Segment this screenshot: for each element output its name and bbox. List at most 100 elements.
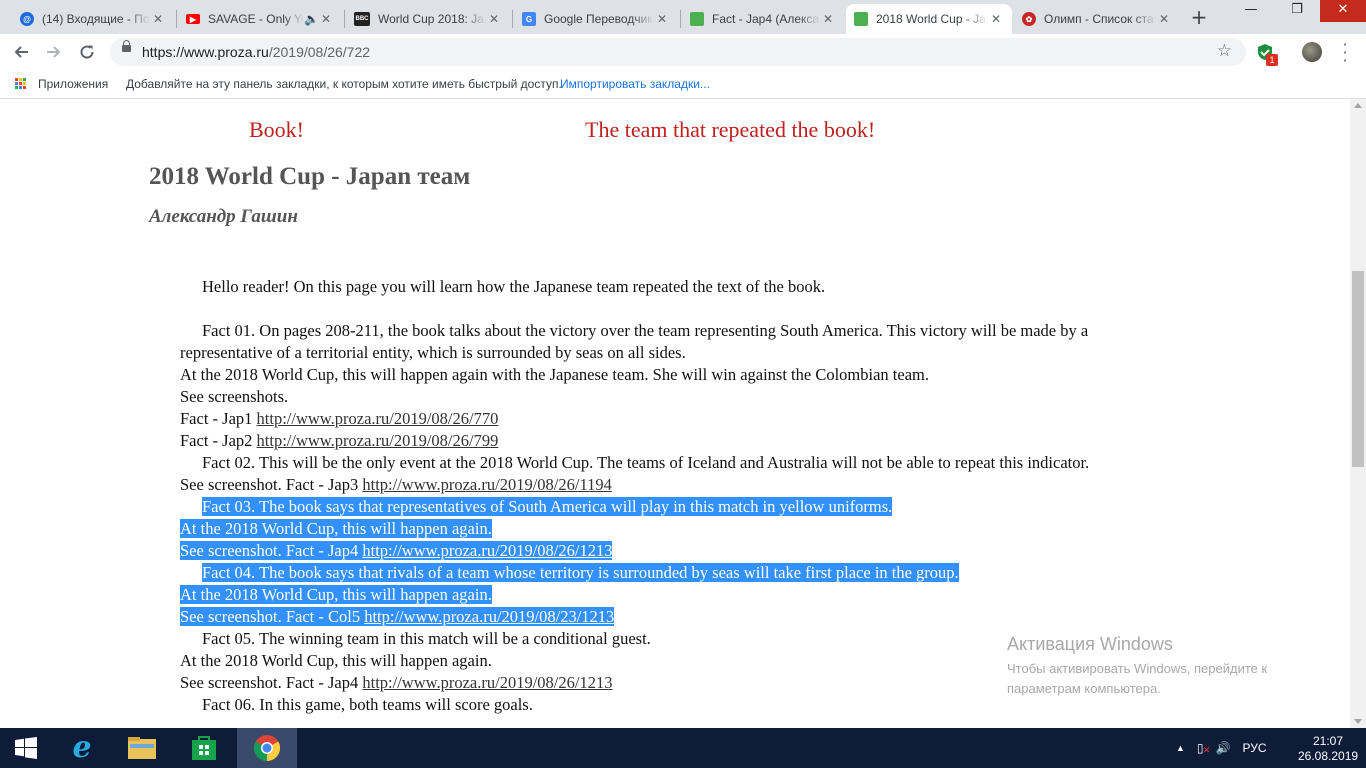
restore-button[interactable]: ❐ xyxy=(1274,0,1320,22)
author-link[interactable]: Александр Гашин xyxy=(149,206,298,228)
google-translate-icon: G xyxy=(522,12,536,26)
menu-icon[interactable]: · · · xyxy=(1340,37,1350,69)
reload-icon xyxy=(80,45,94,59)
youtube-icon: ▶ xyxy=(186,14,200,24)
banner-team: The team that repeated the book! xyxy=(585,117,876,142)
taskbar-store[interactable] xyxy=(174,728,234,768)
fact-04-link-line: See screenshot. Fact - Col5 http://www.p… xyxy=(180,607,615,626)
tab-title: World Cup 2018: Japan xyxy=(378,12,486,26)
speaker-icon[interactable]: 🔊 xyxy=(1216,741,1231,755)
taskbar-chrome[interactable] xyxy=(237,728,297,768)
tab-strip: @ (14) Входящие - Почта ✕ ▶ SAVAGE - Onl… xyxy=(0,0,1366,34)
tab-olimp[interactable]: ✿ Олимп - Список статей ✕ xyxy=(1014,4,1180,34)
language-indicator[interactable]: РУС xyxy=(1242,741,1266,755)
fact-01-link2-line: Fact - Jap2 http://www.proza.ru/2019/08/… xyxy=(180,431,499,450)
scroll-up-icon[interactable] xyxy=(1354,103,1362,108)
fact-03: Fact 03. The book says that representati… xyxy=(202,497,893,516)
import-bookmarks-link[interactable]: Импортировать закладки... xyxy=(560,77,710,91)
taskbar: e ▲ ▯ ✕ 🔊 РУС 21:07 26.08.2019 xyxy=(0,728,1366,768)
fact-02: Fact 02. This will be the only event at … xyxy=(202,453,1090,472)
url-text[interactable]: https://www.proza.ru/2019/08/26/722 xyxy=(142,44,370,60)
arrow-right-icon xyxy=(47,46,61,58)
fact-jap2-link[interactable]: http://www.proza.ru/2019/08/26/799 xyxy=(257,431,499,450)
fact-01-note: At the 2018 World Cup, this will happen … xyxy=(180,365,929,384)
minimize-button[interactable]: — xyxy=(1228,0,1274,22)
proza-icon xyxy=(690,12,704,26)
fact-col5-link[interactable]: http://www.proza.ru/2019/08/23/1213 xyxy=(364,607,614,626)
tab-title: 2018 World Cup - Japan xyxy=(876,12,988,26)
proza-icon xyxy=(854,12,868,26)
close-icon[interactable]: ✕ xyxy=(820,12,836,26)
avatar[interactable] xyxy=(1302,42,1322,62)
fact-04-note: At the 2018 World Cup, this will happen … xyxy=(180,585,492,604)
clock-date: 26.08.2019 xyxy=(1298,749,1359,763)
apps-link[interactable]: Приложения xyxy=(38,77,108,91)
fact-01-link1-line: Fact - Jap1 http://www.proza.ru/2019/08/… xyxy=(180,409,499,428)
tab-fact-jap4[interactable]: Fact - Jap4 (Александр ✕ xyxy=(682,4,844,34)
star-icon[interactable]: ☆ xyxy=(1217,41,1232,61)
taskbar-file-explorer[interactable] xyxy=(112,728,172,768)
close-icon[interactable]: ✕ xyxy=(318,12,334,26)
chrome-icon xyxy=(253,735,281,762)
new-tab-button[interactable]: + xyxy=(1188,6,1210,28)
clock-time: 21:07 xyxy=(1312,734,1344,748)
bookmarks-hint: Добавляйте на эту панель закладки, к кот… xyxy=(126,77,562,91)
address-bar[interactable]: https://www.proza.ru/2019/08/26/722 ☆ xyxy=(110,38,1246,66)
intro-paragraph: Hello reader! On this page you will lear… xyxy=(202,277,826,296)
apps-grid-icon[interactable] xyxy=(15,78,27,90)
mail-at-icon: @ xyxy=(20,12,34,26)
close-icon[interactable]: ✕ xyxy=(486,12,502,26)
store-icon xyxy=(192,736,216,760)
tab-youtube[interactable]: ▶ SAVAGE - Only You 🔈 ✕ xyxy=(178,4,342,34)
speaker-icon[interactable]: 🔈 xyxy=(304,12,319,26)
bookmarks-bar: Приложения Добавляйте на эту панель закл… xyxy=(0,70,1366,99)
fact-01-see: See screenshots. xyxy=(180,387,289,406)
scroll-thumb[interactable] xyxy=(1352,271,1364,467)
tab-title: Олимп - Список статей xyxy=(1044,12,1156,26)
internet-explorer-icon: e xyxy=(72,730,92,765)
close-icon[interactable]: ✕ xyxy=(988,12,1004,26)
system-tray: ▲ ▯ ✕ 🔊 РУС xyxy=(1176,728,1267,768)
close-window-button[interactable]: ✕ xyxy=(1320,0,1366,22)
fact-jap3-link[interactable]: http://www.proza.ru/2019/08/26/1194 xyxy=(362,475,611,494)
close-icon[interactable]: ✕ xyxy=(654,12,670,26)
fact-03-link-line: See screenshot. Fact - Jap4 http://www.p… xyxy=(180,541,613,560)
tab-title: Fact - Jap4 (Александр xyxy=(712,12,820,26)
arrow-left-icon xyxy=(14,46,28,58)
page-title: 2018 World Cup - Japan теам xyxy=(149,163,471,190)
windows-activation-watermark: Активация Windows Чтобы активировать Win… xyxy=(1007,634,1268,696)
tab-title: Google Переводчик xyxy=(544,12,653,26)
start-button[interactable] xyxy=(0,728,52,768)
banner-book: Book! xyxy=(249,117,304,142)
extension-badge: 1 xyxy=(1266,54,1278,66)
close-icon[interactable]: ✕ xyxy=(1156,12,1172,26)
fact-03-note: At the 2018 World Cup, this will happen … xyxy=(180,519,492,538)
taskbar-internet-explorer[interactable]: e xyxy=(52,728,112,768)
olimp-icon: ✿ xyxy=(1022,12,1036,26)
clock[interactable]: 21:07 26.08.2019 xyxy=(1298,734,1358,764)
fact-jap1-link[interactable]: http://www.proza.ru/2019/08/26/770 xyxy=(257,409,499,428)
network-error-icon[interactable]: ▯ ✕ xyxy=(1197,741,1211,755)
fact-jap4-link[interactable]: http://www.proza.ru/2019/08/26/1213 xyxy=(362,541,612,560)
scroll-down-icon[interactable] xyxy=(1354,719,1362,724)
windows-logo-icon xyxy=(15,737,37,759)
tab-title: SAVAGE - Only You xyxy=(208,12,304,26)
reload-button[interactable] xyxy=(75,40,99,64)
close-icon[interactable]: ✕ xyxy=(150,12,166,26)
forward-button[interactable] xyxy=(42,40,66,64)
fact-jap4-link-2[interactable]: http://www.proza.ru/2019/08/26/1213 xyxy=(362,673,612,692)
tab-world-cup-japan[interactable]: 2018 World Cup - Japan ✕ xyxy=(846,4,1012,34)
fact-04: Fact 04. The book says that rivals of a … xyxy=(202,563,959,582)
tab-title: (14) Входящие - Почта xyxy=(42,12,150,26)
tab-bbc[interactable]: BBC World Cup 2018: Japan ✕ xyxy=(346,4,510,34)
page-scrollbar[interactable] xyxy=(1350,99,1366,728)
fact-02-link-line: See screenshot. Fact - Jap3 http://www.p… xyxy=(180,475,612,494)
bbc-icon: BBC xyxy=(354,12,370,26)
tab-google-translate[interactable]: G Google Переводчик ✕ xyxy=(514,4,678,34)
lock-icon xyxy=(122,40,131,52)
folder-icon xyxy=(128,737,156,759)
toolbar: https://www.proza.ru/2019/08/26/722 ☆ xyxy=(0,34,1366,70)
back-button[interactable] xyxy=(9,40,33,64)
tab-mail[interactable]: @ (14) Входящие - Почта ✕ xyxy=(12,4,174,34)
chevron-up-icon[interactable]: ▲ xyxy=(1176,743,1185,753)
